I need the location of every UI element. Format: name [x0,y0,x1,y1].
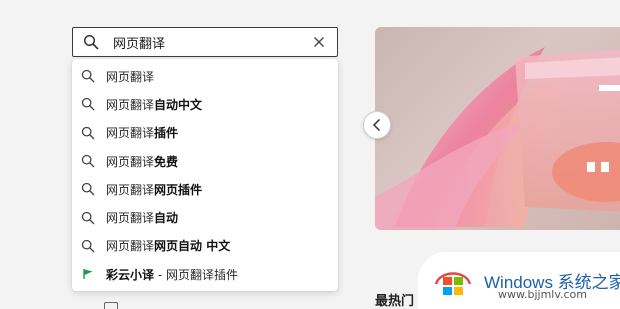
suggestion-text: 网页翻译 [106,69,155,84]
search-icon [81,211,95,225]
suggestion-item[interactable]: 网页翻译自动中文 [72,90,338,118]
search-icon [81,182,95,196]
section-title: 最热门 [375,294,415,309]
suggestion-text: 网页翻译网页自动 中文 [106,239,231,254]
hero-artwork [375,47,620,230]
suggestion-dropdown: 网页翻译 网页翻译自动中文 网页翻译插件 网页翻译免费 网页翻译网页插件 网页翻… [72,59,338,291]
clear-button[interactable] [311,34,327,50]
app-icon [104,302,118,309]
suggestion-text: 网页翻译自动 [106,211,179,226]
watermark: Windows 系统之家 www.bjjmlv.com [418,252,620,309]
suggestion-item[interactable]: 网页翻译网页插件 [72,175,338,203]
suggestion-text: 网页翻译自动中文 [106,97,203,112]
search-input[interactable]: 网页翻译 [113,33,311,52]
hero-banner-image[interactable] [375,27,620,230]
watermark-url: www.bjjmlv.com [498,288,587,301]
suggestion-text: 网页翻译插件 [106,126,179,141]
search-icon [81,239,95,253]
search-box[interactable]: 网页翻译 [72,27,338,57]
app-suggestion-item[interactable]: 彩云小译 - 网页翻译插件 [72,260,338,288]
windows-logo-icon [434,272,472,295]
search-icon [81,69,95,83]
close-icon [314,37,324,47]
carousel-prev-button[interactable] [363,111,391,139]
search-icon [81,97,95,111]
search-icon [81,126,95,140]
suggestion-text: 网页翻译免费 [106,154,179,169]
chevron-left-icon [372,118,381,132]
caiyun-flag-icon [81,267,95,281]
suggestion-item[interactable]: 网页翻译免费 [72,147,338,175]
suggestion-item[interactable]: 网页翻译网页自动 中文 [72,232,338,260]
suggestion-item[interactable]: 网页翻译 [72,62,338,90]
app-suggestion-text: 彩云小译 - 网页翻译插件 [106,267,238,282]
suggestion-text: 网页翻译网页插件 [106,182,203,197]
suggestion-item[interactable]: 网页翻译自动 [72,203,338,231]
search-icon [83,34,99,50]
search-icon [81,154,95,168]
suggestion-item[interactable]: 网页翻译插件 [72,119,338,147]
